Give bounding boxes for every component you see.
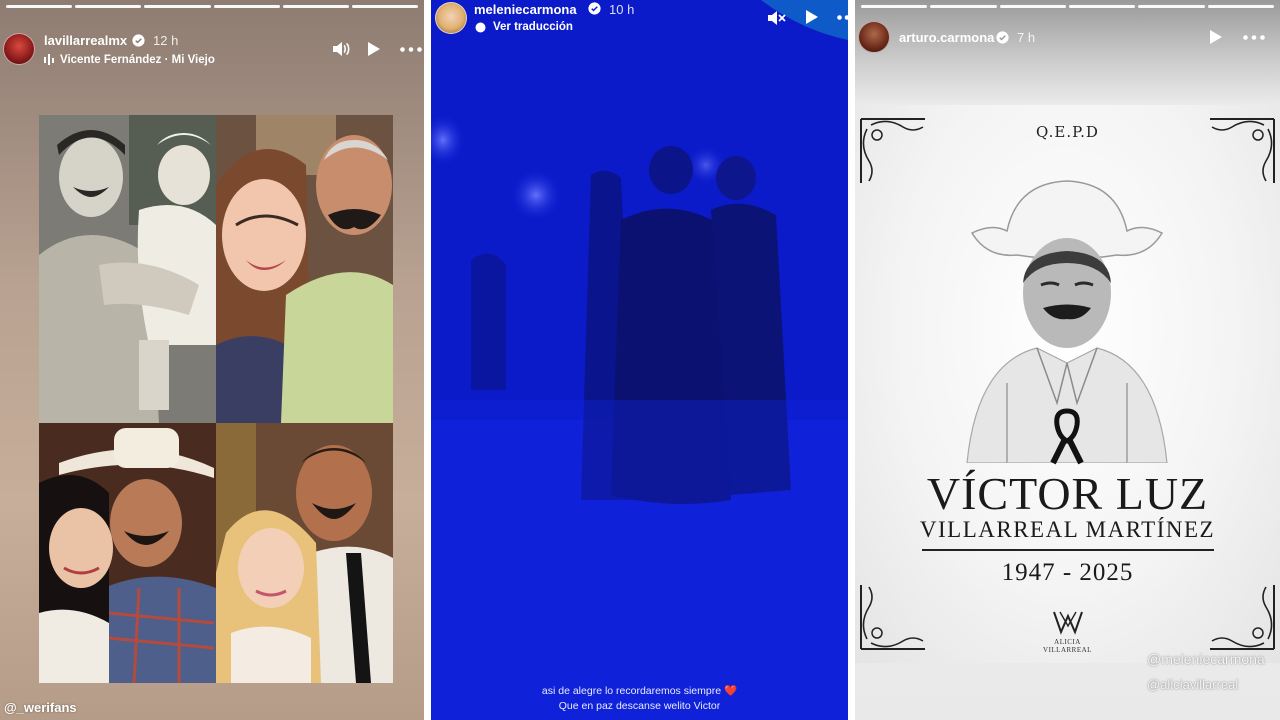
mention-tag-1[interactable]: @meleniecarmona (1147, 651, 1265, 667)
more-icon[interactable] (837, 15, 848, 20)
memorial-years: 1947 - 2025 (1001, 559, 1134, 586)
memorial-divider (922, 549, 1214, 551)
story-header: lavillarrealmx 12 h Vicente Fernández · … (0, 0, 424, 74)
caption-text: asi de alegre lo recordaremos siempre (541, 685, 722, 697)
story-time: 10 h (609, 2, 635, 17)
story-panel-arturo-carmona[interactable]: arturo.carmona 7 h Q.E.P.D VÍCTOR LUZ VI… (855, 0, 1280, 720)
alicia-villarreal-logo-icon (1053, 611, 1083, 635)
music-bars-icon (44, 54, 54, 65)
volume-icon[interactable] (332, 41, 350, 57)
story-header: meleniecarmona 10 h Ver traducción (431, 0, 848, 74)
play-icon[interactable] (1209, 29, 1223, 45)
photo-vintage-father-baby (39, 115, 216, 423)
play-icon[interactable] (805, 9, 819, 25)
memorial-name-line-2: VILLARREAL MARTÍNEZ (919, 517, 1216, 542)
story-header: arturo.carmona 7 h (855, 0, 1280, 74)
story-panel-meleniecarmona[interactable]: meleniecarmona 10 h Ver traducción asi d… (431, 0, 848, 720)
photo-older-man-blonde-woman (216, 423, 393, 683)
story-username[interactable]: meleniecarmona (474, 2, 577, 17)
play-icon[interactable] (367, 41, 381, 57)
story-time: 12 h (153, 33, 179, 48)
story-caption-line-2: Que en paz descanse welito Victor (558, 700, 721, 712)
photo-selfie-couple (216, 115, 393, 423)
avatar[interactable] (3, 33, 35, 65)
muted-icon[interactable] (767, 9, 787, 27)
avatar[interactable] (435, 2, 467, 34)
story-panel-lavillarrealmx[interactable]: lavillarrealmx 12 h Vicente Fernández · … (0, 0, 424, 720)
memorial-card: Q.E.P.D VÍCTOR LUZ VILLARREAL MARTÍNEZ 1… (855, 105, 1280, 663)
story-time: 7 h (1017, 30, 1036, 45)
logo-line-1: ALICIA (1054, 638, 1081, 646)
verified-icon (588, 2, 601, 15)
story-music-label[interactable]: Vicente Fernández · Mi Viejo (60, 54, 215, 66)
more-icon[interactable] (400, 47, 422, 52)
translate-icon (475, 22, 486, 33)
avatar[interactable] (858, 21, 890, 53)
translate-link[interactable]: Ver traducción (493, 21, 573, 33)
story-username[interactable]: lavillarrealmx (44, 33, 127, 48)
verified-icon (996, 31, 1009, 44)
more-icon[interactable] (1243, 35, 1265, 40)
photo-collage (39, 115, 393, 683)
photo-cowboy-couple (39, 423, 216, 683)
mention-tag-2[interactable]: @aliciavillarreal (1147, 677, 1238, 692)
verified-icon (132, 34, 145, 47)
story-username[interactable]: arturo.carmona (899, 30, 994, 45)
dance-video-frame (431, 0, 848, 720)
memorial-name-line-1: VÍCTOR LUZ (926, 468, 1209, 519)
mourning-ribbon-icon (1050, 408, 1084, 465)
story-caption-line-1: asi de alegre lo recordaremos siempre ❤️ (431, 684, 848, 697)
watermark-text: @_werifans (4, 700, 77, 715)
qepd-heading: Q.E.P.D (1036, 123, 1099, 141)
heart-emoji: ❤️ (724, 685, 738, 697)
